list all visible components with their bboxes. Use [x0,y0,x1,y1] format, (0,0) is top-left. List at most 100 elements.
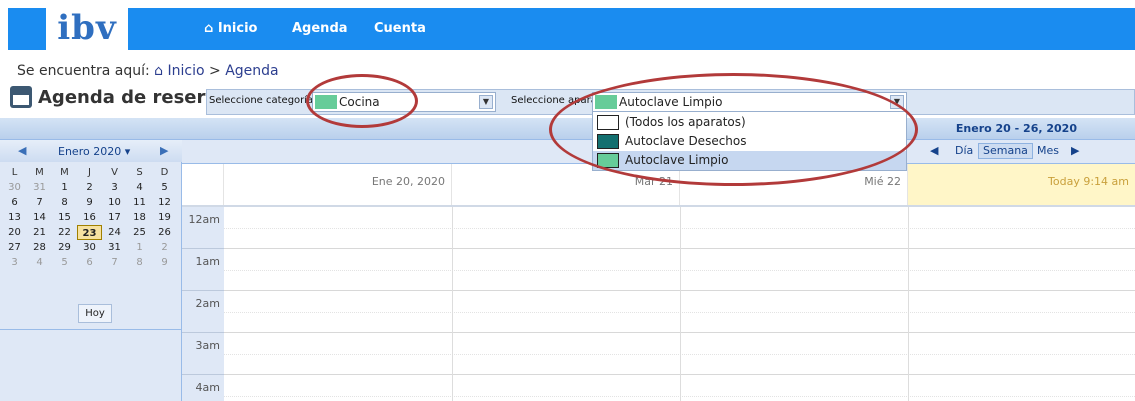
hour-row[interactable]: 1am [182,249,1135,291]
nav-agenda[interactable]: Agenda [292,8,348,50]
mini-day[interactable]: 4 [27,255,52,270]
home-icon: ⌂ [154,63,164,79]
weekday-label: M [60,167,69,178]
mini-day[interactable]: 6 [77,255,102,270]
view-day-button[interactable]: Día [955,144,973,158]
mini-calendar-panel: ◀ Enero 2020 ▾ ▶ L M M J V S D 30 31 1 2… [0,140,182,401]
mini-calendar-month[interactable]: Enero 2020 ▾ [58,145,130,158]
prev-week-icon[interactable]: ◀ [930,144,938,158]
annotation-ellipse-category [306,74,418,128]
breadcrumb-prefix: Se encuentra aquí: [17,63,150,79]
mini-day[interactable]: 8 [127,255,152,270]
mini-calendar-grid: L M M J V S D 30 31 1 2 3 4 5 6 7 8 9 10… [2,165,178,270]
day-column-divider [908,207,909,401]
mini-day[interactable]: 14 [27,210,52,225]
mini-calendar-header: ◀ Enero 2020 ▾ ▶ [0,140,182,162]
mini-week-row: 30 31 1 2 3 4 5 [2,180,178,195]
mini-day[interactable]: 24 [102,225,127,240]
panel-divider [0,329,182,330]
next-week-icon[interactable]: ▶ [1071,144,1079,158]
mini-day[interactable]: 5 [152,180,177,195]
mini-day[interactable]: 26 [152,225,177,240]
mini-day[interactable]: 1 [52,180,77,195]
mini-day[interactable]: 16 [77,210,102,225]
annotation-ellipse-device [549,73,918,186]
mini-day[interactable]: 31 [102,240,127,255]
weekday-label: J [88,167,91,178]
weekday-label: S [136,167,143,178]
day-header[interactable]: Ene 20, 2020 [224,164,452,205]
weekday-label: L [11,167,18,178]
mini-day[interactable]: 2 [152,240,177,255]
mini-week-row: 27 28 29 30 31 1 2 [2,240,178,255]
mini-day[interactable]: 5 [52,255,77,270]
mini-day[interactable]: 13 [2,210,27,225]
hour-row[interactable]: 4am [182,375,1135,401]
mini-day-today[interactable]: 23 [77,225,102,240]
mini-day[interactable]: 11 [127,195,152,210]
mini-day[interactable]: 21 [27,225,52,240]
hour-row[interactable]: 3am [182,333,1135,375]
next-month-icon[interactable]: ▶ [160,144,168,157]
day-column-divider [452,207,453,401]
view-week-button[interactable]: Semana [978,143,1033,159]
mini-day[interactable]: 4 [127,180,152,195]
day-header-today[interactable]: Today 9:14 am [908,164,1135,205]
mini-week-row: 6 7 8 9 10 11 12 [2,195,178,210]
today-button[interactable]: Hoy [78,304,112,323]
nav-inicio[interactable]: ⌂ Inicio [204,8,258,50]
mini-day[interactable]: 17 [102,210,127,225]
top-nav: ibv ⌂ Inicio Agenda Cuenta [8,8,1135,50]
mini-day[interactable]: 20 [2,225,27,240]
ibv-logo[interactable]: ibv [46,8,128,50]
time-gutter-header [182,164,224,205]
mini-day[interactable]: 9 [77,195,102,210]
mini-day[interactable]: 3 [102,180,127,195]
mini-day[interactable]: 8 [52,195,77,210]
hour-label: 12am [182,207,224,249]
mini-day[interactable]: 2 [77,180,102,195]
breadcrumb-current: Agenda [225,63,279,79]
mini-day[interactable]: 25 [127,225,152,240]
weekday-header-row: L M M J V S D [2,165,178,180]
mini-day[interactable]: 29 [52,240,77,255]
mini-day[interactable]: 31 [27,180,52,195]
mini-day[interactable]: 15 [52,210,77,225]
mini-day[interactable]: 22 [52,225,77,240]
mini-day[interactable]: 7 [102,255,127,270]
mini-day[interactable]: 9 [152,255,177,270]
hour-label: 1am [182,249,224,291]
prev-month-icon[interactable]: ◀ [18,144,26,157]
chevron-down-icon[interactable]: ▼ [479,95,493,109]
mini-day[interactable]: 6 [2,195,27,210]
nav-cuenta[interactable]: Cuenta [374,8,426,50]
mini-day[interactable]: 10 [102,195,127,210]
mini-day[interactable]: 18 [127,210,152,225]
mini-day[interactable]: 7 [27,195,52,210]
category-label: Seleccione categoría [209,95,314,106]
home-icon: ⌂ [204,21,218,36]
weekday-label: D [160,167,169,178]
hour-row[interactable]: 2am [182,291,1135,333]
day-column-divider [680,207,681,401]
mini-day[interactable]: 30 [2,180,27,195]
mini-week-row: 13 14 15 16 17 18 19 [2,210,178,225]
weekday-label: M [35,167,44,178]
mini-day[interactable]: 19 [152,210,177,225]
hour-label: 2am [182,291,224,333]
mini-day[interactable]: 3 [2,255,27,270]
mini-day[interactable]: 1 [127,240,152,255]
date-range-title: Enero 20 - 26, 2020 [955,122,1077,135]
breadcrumb: Se encuentra aquí: ⌂ Inicio > Agenda [17,63,279,79]
calendar-icon [10,86,32,108]
mini-day[interactable]: 27 [2,240,27,255]
mini-day[interactable]: 28 [27,240,52,255]
weekday-label: V [111,167,118,178]
hour-row[interactable]: 12am [182,207,1135,249]
view-month-button[interactable]: Mes [1037,144,1059,158]
mini-day[interactable]: 30 [77,240,102,255]
breadcrumb-home[interactable]: ⌂ Inicio [154,63,204,79]
mini-week-row: 20 21 22 23 24 25 26 [2,225,178,240]
mini-day[interactable]: 12 [152,195,177,210]
mini-week-row: 3 4 5 6 7 8 9 [2,255,178,270]
